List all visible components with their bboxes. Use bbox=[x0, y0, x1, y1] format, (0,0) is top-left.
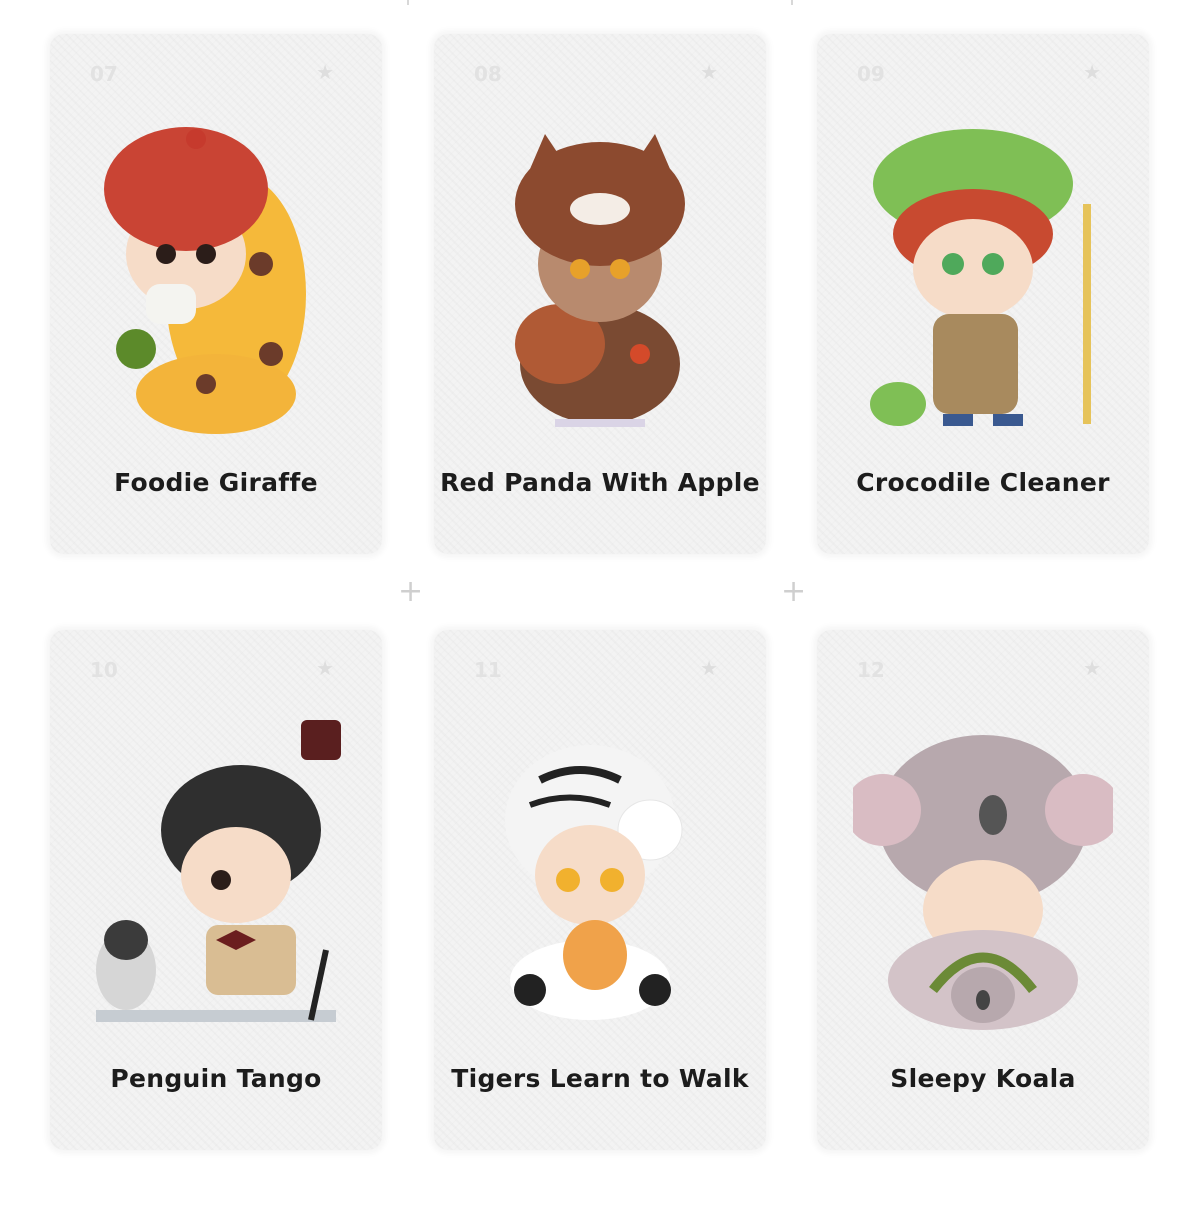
figure-card[interactable]: 12 ★ Sleepy Koala bbox=[817, 630, 1149, 1150]
crocodile-cleaner-figure bbox=[870, 129, 1091, 426]
card-number: 08 bbox=[474, 62, 502, 86]
card-title: Sleepy Koala bbox=[890, 1064, 1076, 1093]
top-divider-tick bbox=[407, 0, 409, 5]
card-title: Crocodile Cleaner bbox=[856, 468, 1110, 497]
star-icon: ★ bbox=[1083, 656, 1101, 680]
plus-icon: + bbox=[398, 574, 424, 609]
card-title: Red Panda With Apple bbox=[440, 468, 760, 497]
figure-card[interactable]: 10 ★ Penguin Tango bbox=[50, 630, 382, 1150]
card-number: 09 bbox=[857, 62, 885, 86]
foodie-giraffe-figure bbox=[104, 127, 306, 434]
star-icon: ★ bbox=[700, 656, 718, 680]
red-panda-figure bbox=[515, 134, 685, 427]
card-title: Foodie Giraffe bbox=[114, 468, 318, 497]
star-icon: ★ bbox=[700, 60, 718, 84]
sleepy-koala-figure bbox=[853, 735, 1113, 1030]
card-number: 10 bbox=[90, 658, 118, 682]
star-icon: ★ bbox=[1083, 60, 1101, 84]
figure-card[interactable]: 11 ★ Tigers Learn to Walk bbox=[434, 630, 766, 1150]
card-number: 12 bbox=[857, 658, 885, 682]
penguin-tango-figure bbox=[96, 720, 341, 1022]
star-icon: ★ bbox=[316, 656, 334, 680]
card-number: 07 bbox=[90, 62, 118, 86]
figure-card[interactable]: 09 ★ Crocodile Cleaner bbox=[817, 34, 1149, 554]
figure-card[interactable]: 08 ★ Red Panda With Apple bbox=[434, 34, 766, 554]
figure-card[interactable]: 07 ★ Foodie Giraffe bbox=[50, 34, 382, 554]
card-number: 11 bbox=[474, 658, 502, 682]
plus-icon: + bbox=[781, 574, 807, 609]
card-title: Tigers Learn to Walk bbox=[451, 1064, 749, 1093]
top-divider-tick bbox=[791, 0, 793, 5]
card-title: Penguin Tango bbox=[110, 1064, 322, 1093]
star-icon: ★ bbox=[316, 60, 334, 84]
tiger-walk-figure bbox=[505, 745, 683, 1020]
